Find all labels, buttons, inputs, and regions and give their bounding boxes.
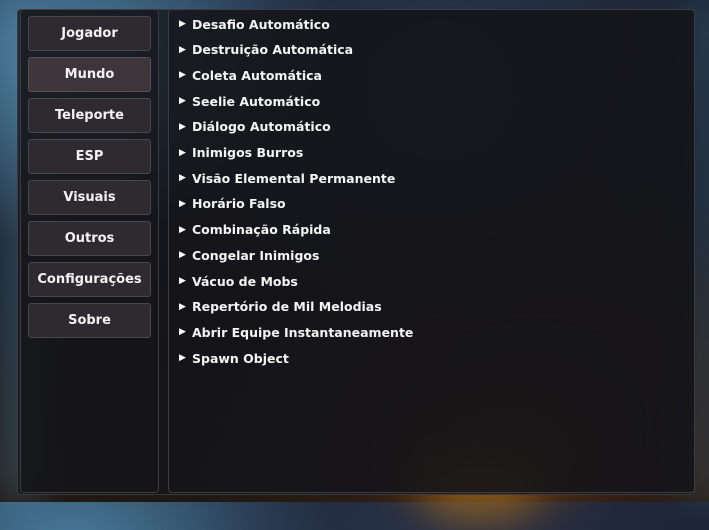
feature-label: Diálogo Automático [192,119,331,135]
expand-arrow-icon: ▶ [179,173,186,184]
feature-abrir-equipe[interactable]: ▶ Abrir Equipe Instantaneamente [179,322,413,342]
sidebar-item-jogador[interactable]: Jogador [28,16,151,51]
expand-arrow-icon: ▶ [179,301,186,312]
sidebar-item-mundo[interactable]: Mundo [28,57,151,92]
feature-destruicao-automatica[interactable]: ▶ Destruição Automática [179,40,353,60]
expand-arrow-icon: ▶ [179,250,186,261]
feature-inimigos-burros[interactable]: ▶ Inimigos Burros [179,143,303,163]
feature-visao-elemental[interactable]: ▶ Visão Elemental Permanente [179,168,395,188]
expand-arrow-icon: ▶ [179,276,186,286]
feature-combinacao-rapida[interactable]: ▶ Combinação Rápida [179,220,331,240]
feature-dialogo-automatico[interactable]: ▶ Diálogo Automático [179,117,331,137]
feature-label: Congelar Inimigos [192,247,320,263]
feature-label: Desafio Automático [192,16,330,32]
feature-label: Visão Elemental Permanente [192,170,396,186]
expand-arrow-icon: ▶ [179,224,186,235]
sidebar-item-esp[interactable]: ESP [28,139,151,174]
feature-congelar-inimigos[interactable]: ▶ Congelar Inimigos [179,245,319,265]
sidebar-item-teleporte[interactable]: Teleporte [28,98,151,133]
sidebar-item-sobre[interactable]: Sobre [28,303,151,338]
sidebar-item-configuracoes[interactable]: Configurações [28,262,151,297]
expand-arrow-icon: ▶ [179,198,186,209]
feature-horario-falso[interactable]: ▶ Horário Falso [179,194,286,214]
feature-label: Vácuo de Mobs [192,273,298,289]
feature-label: Seelie Automático [192,93,321,109]
feature-label: Coleta Automática [192,67,322,83]
feature-label: Inimigos Burros [192,145,304,160]
expand-arrow-icon: ▶ [179,19,186,29]
expand-arrow-icon: ▶ [179,147,186,158]
expand-arrow-icon: ▶ [179,44,186,55]
feature-label: Spawn Object [192,350,289,366]
feature-coleta-automatica[interactable]: ▶ Coleta Automática [179,65,322,85]
feature-label: Horário Falso [192,196,286,212]
expand-arrow-icon: ▶ [179,353,186,363]
expand-arrow-icon: ▶ [179,96,186,107]
feature-seelie-automatico[interactable]: ▶ Seelie Automático [179,91,320,111]
sidebar-item-visuais[interactable]: Visuais [28,180,151,215]
feature-desafio-automatico[interactable]: ▶ Desafio Automático [179,14,330,34]
feature-spawn-object[interactable]: ▶ Spawn Object [179,348,289,368]
feature-label: Repertório de Mil Melodias [192,299,382,315]
feature-label: Destruição Automática [192,42,354,58]
feature-vacuo-de-mobs[interactable]: ▶ Vácuo de Mobs [179,271,298,291]
feature-label: Combinação Rápida [192,222,331,238]
sidebar-item-outros[interactable]: Outros [28,221,151,256]
expand-arrow-icon: ▶ [179,121,186,132]
expand-arrow-icon: ▶ [179,70,186,81]
expand-arrow-icon: ▶ [179,327,186,338]
feature-label: Abrir Equipe Instantaneamente [192,324,414,340]
feature-repertorio-melodias[interactable]: ▶ Repertório de Mil Melodias [179,297,382,317]
